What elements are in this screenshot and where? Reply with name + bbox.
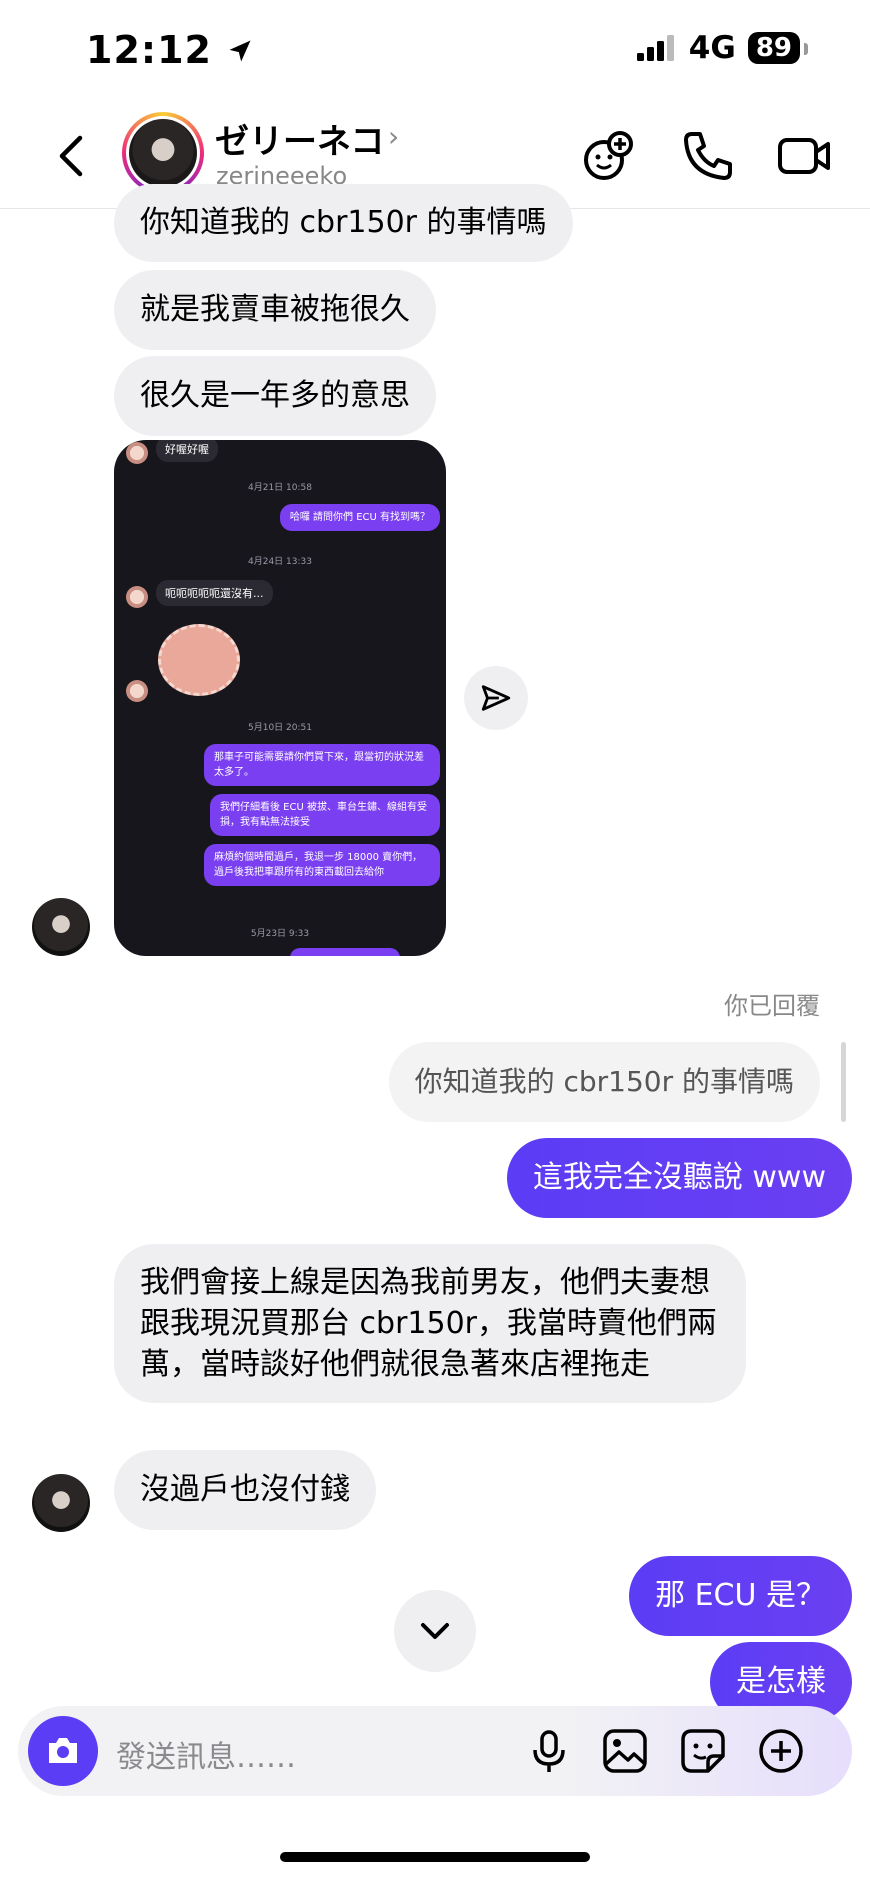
- screenshot-message: 好喔好喔: [156, 440, 218, 462]
- network-type: 4G: [688, 30, 736, 66]
- reply-label: 你已回覆: [724, 992, 820, 1020]
- screenshot-message: 麻煩約個時間過戶，我退一步 18000 賣你們，過戶後我把車跟所有的東西載回去給…: [204, 844, 440, 886]
- screenshot-message: 哈囉 請問你們 ECU 有找到嗎？: [279, 504, 440, 531]
- screenshot-date: 4月21日 10:58: [248, 483, 312, 493]
- message-incoming[interactable]: 你知道我的 cbr150r 的事情嗎: [114, 184, 573, 262]
- message-input[interactable]: 發送訊息……: [116, 1732, 296, 1776]
- status-time: 12:12: [86, 28, 254, 72]
- gallery-icon: [603, 1729, 647, 1773]
- back-chevron-icon: [59, 135, 83, 177]
- screenshot-avatar: [126, 442, 148, 464]
- screenshot-avatar: [126, 586, 148, 608]
- video-call-button[interactable]: [776, 128, 832, 184]
- scroll-down-button[interactable]: [394, 1590, 476, 1672]
- camera-button[interactable]: [28, 1716, 98, 1786]
- location-arrow-icon: [229, 40, 251, 62]
- screenshot-date: 4月24日 13:33: [248, 557, 312, 567]
- message-incoming[interactable]: 很久是一年多的意思: [114, 356, 436, 436]
- phone-icon: [684, 132, 732, 180]
- send-icon: [481, 685, 511, 711]
- share-button[interactable]: [464, 666, 528, 730]
- profile-avatar[interactable]: [122, 112, 204, 194]
- message-incoming[interactable]: 我們會接上線是因為我前男友，他們夫妻想跟我現況買那台 cbr150r，我當時賣他…: [114, 1244, 746, 1403]
- contact-name[interactable]: ゼリーネコ: [215, 114, 384, 163]
- shared-screenshot[interactable]: 好喔好喔 4月21日 10:58 哈囉 請問你們 ECU 有找到嗎？ 4月24日…: [114, 440, 446, 956]
- screenshot-message: 呃呃呃呃呃還沒有...: [156, 580, 273, 606]
- chevron-down-icon: [421, 1623, 449, 1639]
- camera-icon: [49, 1738, 77, 1763]
- gallery-button[interactable]: [600, 1726, 650, 1776]
- chevron-right-icon: ›: [388, 120, 400, 153]
- quote-bar: [841, 1042, 846, 1122]
- screenshot-date: 5月23日 9:33: [250, 929, 310, 939]
- more-button[interactable]: [756, 1726, 806, 1776]
- screenshot-date: 5月10日 20:51: [248, 723, 312, 733]
- signal-icon: [636, 35, 674, 61]
- sender-avatar[interactable]: [32, 898, 90, 956]
- message-incoming[interactable]: 沒過戶也沒付錢: [114, 1450, 376, 1530]
- screenshot-message: 那車子可能需要請你們買下來，跟當初的狀況差太多了。: [204, 744, 440, 786]
- screenshot-message: [290, 948, 400, 956]
- message-incoming[interactable]: 就是我賣車被拖很久: [114, 270, 436, 350]
- message-composer: 發送訊息……: [18, 1706, 852, 1796]
- message-outgoing[interactable]: 這我完全沒聽說 www: [506, 1138, 852, 1218]
- video-icon: [778, 138, 830, 174]
- mic-icon: [533, 1730, 565, 1772]
- mic-button[interactable]: [524, 1726, 574, 1776]
- effects-icon: [584, 131, 633, 180]
- home-indicator: [280, 1852, 590, 1862]
- effects-button[interactable]: [580, 128, 636, 184]
- back-button[interactable]: [52, 132, 92, 180]
- sticker-button[interactable]: [678, 1726, 728, 1776]
- call-button[interactable]: [680, 128, 736, 184]
- quoted-message[interactable]: 你知道我的 cbr150r 的事情嗎: [388, 1042, 820, 1122]
- sticker-image: [158, 624, 240, 696]
- message-outgoing[interactable]: 那 ECU 是？: [629, 1556, 852, 1636]
- avatar-image: [129, 119, 197, 187]
- plus-icon: [759, 1729, 803, 1773]
- screenshot-message: 我們仔細看後 ECU 被拔、車台生鏽、線組有受損，我有點無法接受: [210, 794, 440, 836]
- sender-avatar[interactable]: [32, 1474, 90, 1532]
- battery-level: 89: [747, 32, 809, 64]
- screenshot-avatar: [126, 680, 148, 702]
- sticker-icon: [681, 1729, 725, 1773]
- status-right: 4G 89: [636, 30, 809, 66]
